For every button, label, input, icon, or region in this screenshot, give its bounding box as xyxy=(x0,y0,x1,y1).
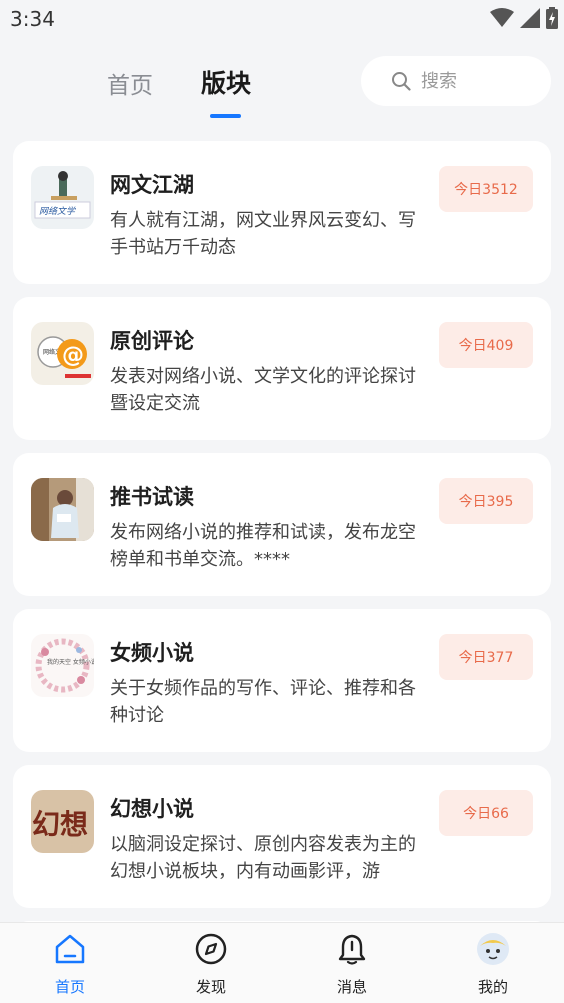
search-input[interactable] xyxy=(419,69,543,93)
tab-board[interactable]: 版块 xyxy=(201,64,251,100)
wifi-icon xyxy=(490,8,514,27)
board-thumbnail: 网络文学 @ xyxy=(31,322,94,385)
board-title: 推书试读 xyxy=(110,485,194,509)
svg-text:@: @ xyxy=(62,343,84,368)
board-thumbnail: 我的天空 女频小说 xyxy=(31,634,94,697)
avatar xyxy=(477,933,509,965)
board-list: 网络文学 网文江湖 有人就有江湖，网文业界风云变幻、写手书站万千动态 今日351… xyxy=(13,141,551,951)
search-icon xyxy=(392,72,411,91)
board-description: 发布网络小说的推荐和试读，发布龙空榜单和书单交流。**** xyxy=(110,522,416,570)
battery-icon xyxy=(546,7,558,29)
board-card[interactable]: 推书试读 发布网络小说的推荐和试读，发布龙空榜单和书单交流。**** 今日395 xyxy=(13,453,551,596)
board-title: 原创评论 xyxy=(110,329,194,353)
bottom-nav: 首页 发现 消息 我的 xyxy=(0,922,564,1003)
board-thumbnail: 幻想 xyxy=(31,790,94,853)
board-card[interactable]: 我的天空 女频小说 女频小说 关于女频作品的写作、评论、推荐和各种讨论 今日37… xyxy=(13,609,551,752)
nav-mine[interactable]: 我的 xyxy=(448,931,538,997)
nav-mine-label: 我的 xyxy=(477,978,508,996)
today-count-badge: 今日377 xyxy=(439,634,533,680)
board-thumbnail: 网络文学 xyxy=(31,166,94,229)
status-time: 3:34 xyxy=(10,7,55,31)
board-description: 以脑洞设定探讨、原创内容发表为主的幻想小说板块，内有动画影评，游 xyxy=(110,834,416,882)
board-title: 幻想小说 xyxy=(110,797,194,821)
nav-messages-label: 消息 xyxy=(336,978,367,996)
bell-icon xyxy=(338,934,366,965)
board-card[interactable]: 幻想 幻想小说 以脑洞设定探讨、原创内容发表为主的幻想小说板块，内有动画影评，游… xyxy=(13,765,551,908)
board-title: 网文江湖 xyxy=(110,173,194,197)
signal-icon xyxy=(520,8,540,28)
status-bar: 3:34 xyxy=(0,0,564,38)
board-description: 发表对网络小说、文学文化的评论探讨暨设定交流 xyxy=(110,366,416,414)
search-box[interactable] xyxy=(361,56,551,106)
board-title: 女频小说 xyxy=(110,641,194,665)
svg-text:我的天空 女频小说: 我的天空 女频小说 xyxy=(47,658,94,666)
today-count-badge: 今日409 xyxy=(439,322,533,368)
svg-text:幻想: 幻想 xyxy=(32,808,88,841)
svg-text:网络文学: 网络文学 xyxy=(39,206,76,217)
home-icon xyxy=(55,934,85,964)
board-card[interactable]: 网络文学 @ 原创评论 发表对网络小说、文学文化的评论探讨暨设定交流 今日409 xyxy=(13,297,551,440)
board-description: 有人就有江湖，网文业界风云变幻、写手书站万千动态 xyxy=(110,210,416,258)
nav-home-label: 首页 xyxy=(54,978,85,996)
today-count-badge: 今日66 xyxy=(439,790,533,836)
nav-discover-label: 发现 xyxy=(195,978,226,996)
active-tab-indicator xyxy=(210,114,241,118)
today-count-badge: 今日3512 xyxy=(439,166,533,212)
board-description: 关于女频作品的写作、评论、推荐和各种讨论 xyxy=(110,678,416,726)
nav-discover[interactable]: 发现 xyxy=(166,931,256,997)
nav-home[interactable]: 首页 xyxy=(25,931,115,997)
board-thumbnail xyxy=(31,478,94,541)
nav-messages[interactable]: 消息 xyxy=(307,931,397,997)
today-count-badge: 今日395 xyxy=(439,478,533,524)
tab-home[interactable]: 首页 xyxy=(107,66,153,100)
board-card[interactable]: 网络文学 网文江湖 有人就有江湖，网文业界风云变幻、写手书站万千动态 今日351… xyxy=(13,141,551,284)
compass-icon xyxy=(195,933,227,965)
